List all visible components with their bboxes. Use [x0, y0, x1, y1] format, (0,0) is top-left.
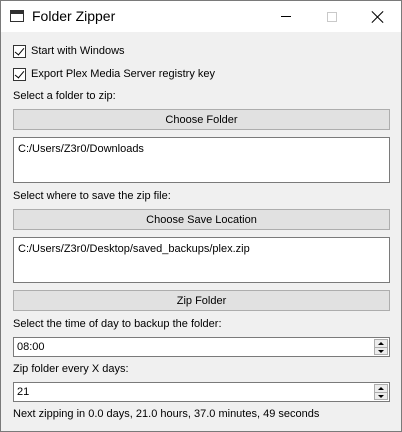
minimize-button[interactable] — [263, 1, 309, 32]
maximize-icon — [327, 11, 337, 22]
export-registry-checkbox[interactable] — [13, 67, 26, 81]
backup-time-spinbox[interactable]: 08:00 — [13, 337, 390, 357]
interval-label: Zip folder every X days: — [13, 363, 129, 375]
interval-spinbox[interactable]: 21 — [13, 382, 390, 402]
source-path-field[interactable]: C:/Users/Z3r0/Downloads — [13, 137, 390, 183]
export-registry-option[interactable]: Export Plex Media Server registry key — [13, 66, 215, 82]
backup-time-value[interactable]: 08:00 — [17, 341, 45, 353]
zip-folder-button[interactable]: Zip Folder — [13, 290, 390, 311]
minimize-icon — [281, 16, 291, 17]
start-with-windows-option[interactable]: Start with Windows — [13, 43, 125, 59]
source-folder-label: Select a folder to zip: — [13, 90, 116, 102]
save-location-label: Select where to save the zip file: — [13, 190, 171, 202]
save-path-field[interactable]: C:/Users/Z3r0/Desktop/saved_backups/plex… — [13, 237, 390, 283]
backup-time-label: Select the time of day to backup the fol… — [13, 318, 222, 330]
export-registry-label: Export Plex Media Server registry key — [31, 68, 216, 80]
choose-save-location-button[interactable]: Choose Save Location — [13, 209, 390, 230]
choose-folder-button[interactable]: Choose Folder — [13, 109, 390, 130]
start-with-windows-checkbox[interactable] — [13, 44, 26, 58]
folder-zipper-window: Folder Zipper Start with Windows Export … — [0, 0, 402, 432]
window-title: Folder Zipper — [32, 8, 116, 24]
increment-arrow-icon[interactable] — [375, 385, 387, 393]
increment-arrow-icon[interactable] — [375, 340, 387, 348]
start-with-windows-label: Start with Windows — [31, 45, 125, 57]
window-icon — [10, 10, 24, 22]
backup-time-stepper[interactable] — [374, 339, 388, 355]
title-bar[interactable]: Folder Zipper — [1, 1, 401, 32]
interval-value[interactable]: 21 — [17, 386, 29, 398]
next-run-status: Next zipping in 0.0 days, 21.0 hours, 37… — [13, 408, 320, 420]
close-icon — [371, 10, 385, 24]
maximize-button[interactable] — [309, 1, 355, 32]
interval-stepper[interactable] — [374, 384, 388, 400]
decrement-arrow-icon[interactable] — [375, 348, 387, 355]
close-button[interactable] — [355, 1, 401, 32]
decrement-arrow-icon[interactable] — [375, 393, 387, 400]
